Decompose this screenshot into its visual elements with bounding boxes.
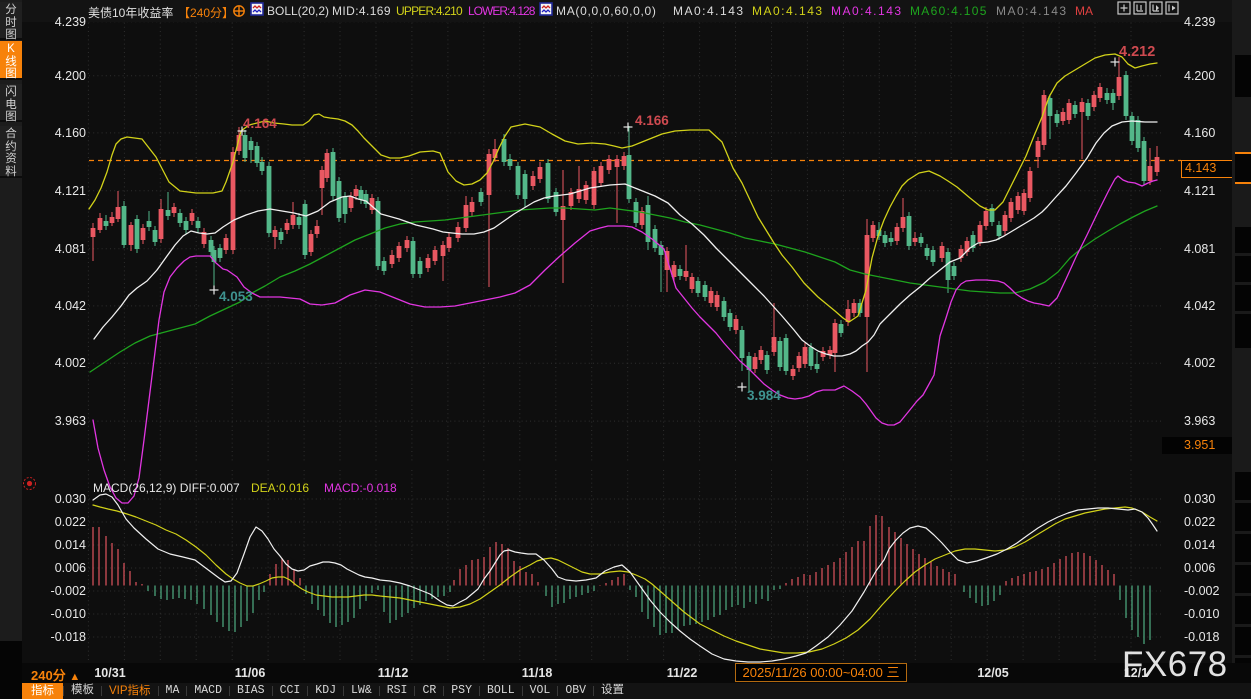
svg-text:3.984: 3.984 xyxy=(747,388,781,403)
svg-text:4.212: 4.212 xyxy=(1119,44,1155,60)
svg-text:4.166: 4.166 xyxy=(635,113,669,128)
svg-text:4.164: 4.164 xyxy=(243,116,277,131)
svg-text:4.053: 4.053 xyxy=(219,289,253,304)
